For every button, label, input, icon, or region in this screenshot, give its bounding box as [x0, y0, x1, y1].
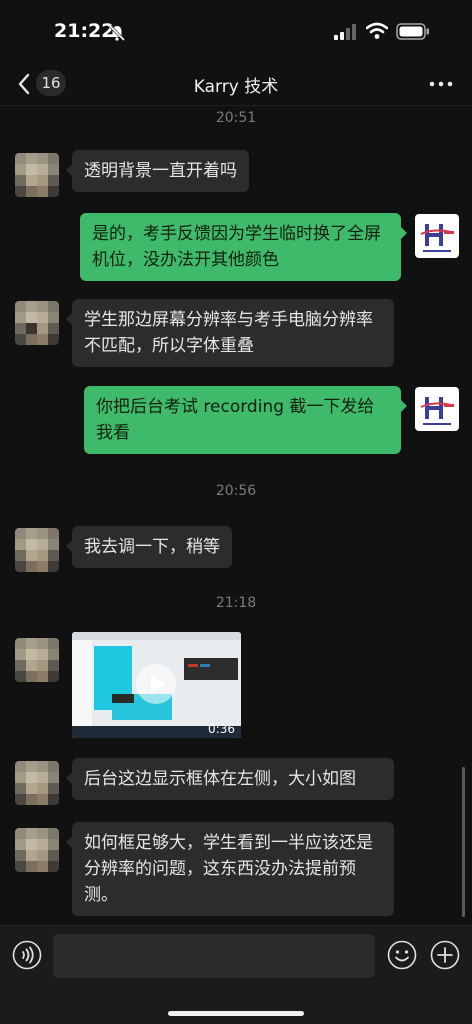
company-logo-icon [420, 224, 454, 252]
home-indicator [168, 1011, 304, 1016]
message-bubble-incoming[interactable]: 我去调一下，稍等 [66, 526, 232, 568]
message-bubble-incoming[interactable]: 学生那边屏幕分辨率与考手电脑分辨率不匹配，所以字体重叠 [66, 299, 394, 367]
battery-icon [396, 23, 429, 40]
my-avatar[interactable] [415, 387, 459, 431]
contact-avatar[interactable] [15, 761, 59, 805]
message-bubble-incoming[interactable]: 后台这边显示框体在左侧，大小如图 [66, 758, 394, 800]
chat-scrollbar[interactable] [462, 767, 465, 917]
back-icon[interactable] [16, 72, 32, 96]
video-message[interactable]: 0:36 [72, 632, 241, 738]
message-bubble-incoming[interactable]: 如何框足够大，学生看到一半应该还是分辨率的问题，这东西没办法提前预测。 [66, 822, 394, 916]
chat-title: Karry 技术 [193, 77, 279, 97]
status-time: 21:22 [54, 20, 115, 42]
timestamp: 21:18 [215, 595, 257, 611]
my-avatar[interactable] [415, 214, 459, 258]
timestamp: 20:56 [215, 483, 257, 499]
contact-avatar[interactable] [15, 638, 59, 682]
chat-header: 16 Karry 技术 [0, 62, 472, 106]
unread-count-badge[interactable]: 16 [36, 70, 66, 96]
plus-icon[interactable] [430, 940, 460, 970]
wifi-icon [366, 22, 388, 39]
voice-icon[interactable] [12, 940, 42, 970]
message-bubble-incoming[interactable]: 透明背景一直开着吗 [66, 150, 249, 192]
message-bubble-outgoing[interactable]: 是的，考手反馈因为学生临时换了全屏机位，没办法开其他颜色 [80, 213, 407, 281]
contact-avatar[interactable] [15, 528, 59, 572]
message-input[interactable] [53, 934, 375, 978]
bell-mute-icon [108, 24, 126, 42]
contact-avatar[interactable] [15, 301, 59, 345]
emoji-icon[interactable] [387, 940, 417, 970]
contact-avatar[interactable] [15, 828, 59, 872]
video-duration: 0:36 [208, 722, 235, 736]
input-bar [0, 925, 472, 1024]
status-bar: 21:22 [0, 0, 472, 62]
more-icon[interactable] [428, 76, 454, 92]
message-bubble-outgoing[interactable]: 你把后台考试 recording 截一下发给我看 [84, 386, 407, 454]
contact-avatar[interactable] [15, 153, 59, 197]
chat-message-list[interactable]: 20:51 透明背景一直开着吗 是的，考手反馈因为学生临时换了全屏机位，没办法开… [0, 107, 472, 925]
company-logo-icon [420, 397, 454, 425]
play-icon[interactable] [136, 664, 176, 704]
signal-icon [334, 24, 356, 40]
timestamp: 20:51 [215, 110, 257, 126]
